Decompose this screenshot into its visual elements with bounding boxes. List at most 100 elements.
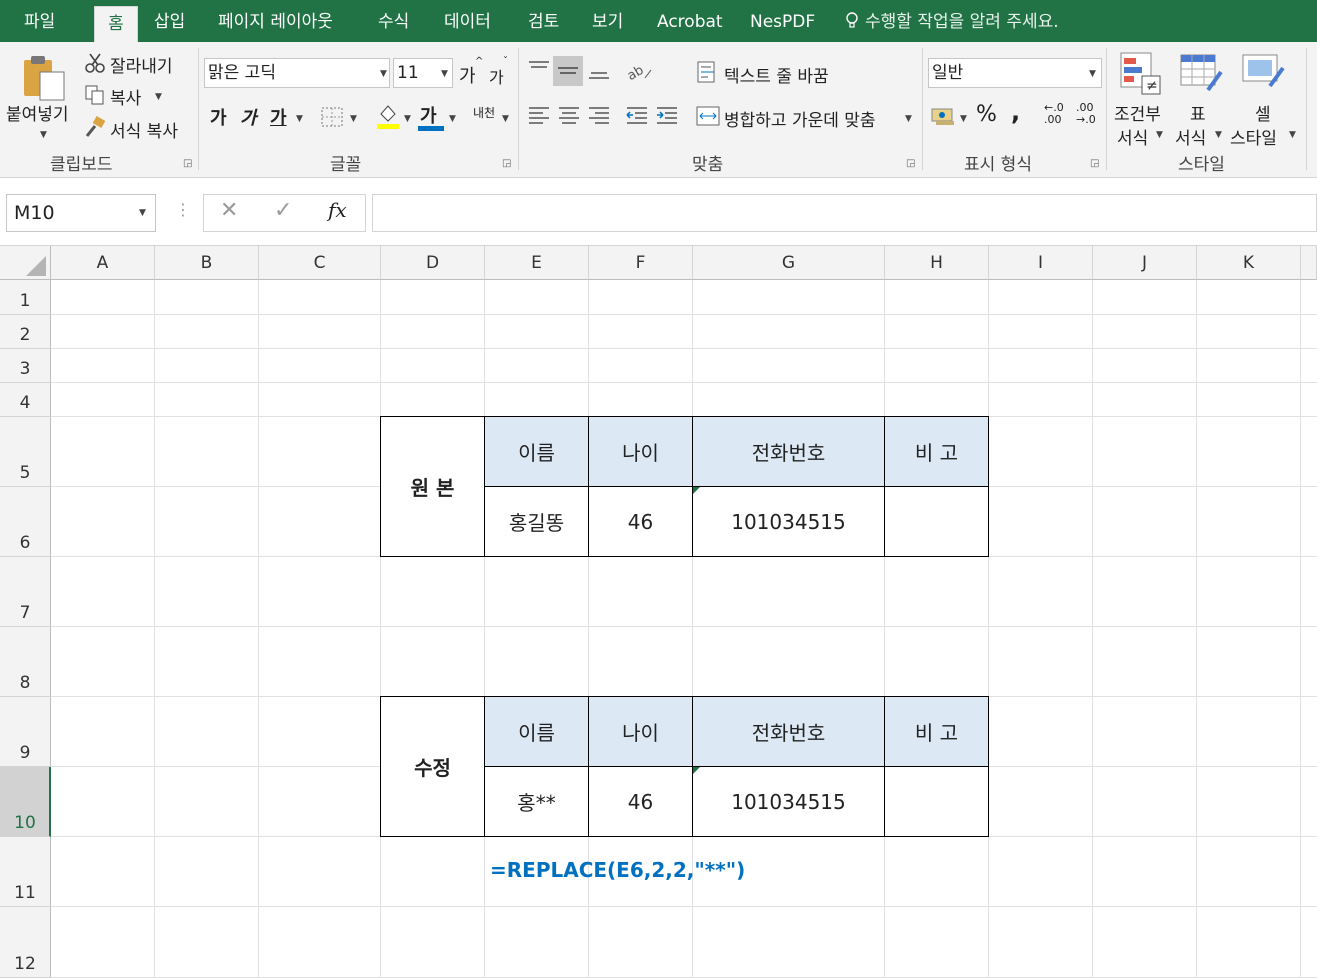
column-header-g[interactable]: G — [693, 246, 885, 280]
fill-color-icon[interactable] — [375, 102, 401, 130]
wrap-text-icon[interactable] — [696, 60, 720, 84]
scissors-icon[interactable] — [84, 52, 106, 74]
original-header-name[interactable]: 이름 — [484, 416, 589, 487]
font-launcher-icon[interactable]: ◲ — [502, 158, 511, 169]
row-header-11[interactable]: 11 — [0, 837, 51, 907]
phonetic-button[interactable]: 내천 — [473, 104, 495, 121]
row-header-2[interactable]: 2 — [0, 315, 51, 349]
original-value-note[interactable] — [884, 486, 989, 557]
row-header-3[interactable]: 3 — [0, 349, 51, 383]
conditional-formatting-label-2[interactable]: 서식 — [1117, 124, 1148, 149]
column-header-f[interactable]: F — [589, 246, 693, 280]
cell-styles-icon[interactable] — [1240, 50, 1286, 96]
italic-button[interactable]: 가 — [240, 104, 257, 130]
align-left-icon[interactable] — [527, 104, 551, 128]
decrease-decimal-button[interactable]: .00 →.0 — [1076, 102, 1104, 126]
paste-icon[interactable] — [20, 52, 68, 102]
font-name-select[interactable]: 맑은 고딕 — [204, 58, 390, 88]
row-header-4[interactable]: 4 — [0, 383, 51, 417]
number-format-select[interactable]: 일반 — [928, 58, 1102, 88]
column-header-d[interactable]: D — [381, 246, 485, 280]
borders-icon[interactable] — [320, 106, 344, 128]
insert-function-icon[interactable]: fx — [328, 198, 347, 222]
column-header-k[interactable]: K — [1197, 246, 1301, 280]
column-header-b[interactable]: B — [155, 246, 259, 280]
original-header-age[interactable]: 나이 — [588, 416, 693, 487]
accounting-format-icon[interactable] — [930, 104, 956, 128]
modified-title-cell[interactable]: 수정 — [380, 696, 485, 837]
copy-dropdown-icon[interactable]: ▼ — [155, 92, 162, 102]
align-middle-icon[interactable] — [553, 56, 583, 86]
conditional-formatting-label-1[interactable]: 조건부 — [1114, 100, 1161, 125]
increase-decimal-button[interactable]: ←.0 .00 — [1044, 102, 1072, 126]
menu-acrobat[interactable]: Acrobat — [657, 0, 723, 42]
cancel-icon[interactable]: ✕ — [220, 198, 238, 223]
merge-center-button[interactable]: 병합하고 가운데 맞춤 — [724, 106, 876, 131]
column-header-e[interactable]: E — [485, 246, 589, 280]
font-color-button[interactable]: 가 — [420, 102, 437, 128]
enter-icon[interactable]: ✓ — [274, 198, 292, 223]
menu-nespdf[interactable]: NesPDF — [750, 0, 815, 42]
grow-font-button[interactable]: 가 — [459, 62, 476, 88]
underline-dropdown-icon[interactable]: ▼ — [296, 114, 303, 124]
number-format-dropdown-icon[interactable]: ▼ — [1089, 69, 1096, 79]
menu-formulas[interactable]: 수식 — [378, 0, 409, 42]
cell-styles-label-1[interactable]: 셀 — [1255, 100, 1271, 125]
column-header-a[interactable]: A — [51, 246, 155, 280]
format-as-table-label-2[interactable]: 서식 — [1175, 124, 1206, 149]
row-header-9[interactable]: 9 — [0, 697, 51, 767]
row-header-12[interactable]: 12 — [0, 907, 51, 978]
name-box[interactable]: M10 — [6, 194, 156, 232]
align-right-icon[interactable] — [587, 104, 611, 128]
align-bottom-icon[interactable] — [587, 58, 611, 82]
paste-button[interactable]: 붙여넣기 — [6, 100, 69, 125]
copy-icon[interactable] — [84, 84, 106, 106]
shrink-font-button[interactable]: 가 — [489, 64, 504, 88]
original-header-phone[interactable]: 전화번호 — [692, 416, 885, 487]
column-header-j[interactable]: J — [1093, 246, 1197, 280]
accounting-dropdown-icon[interactable]: ▼ — [960, 114, 967, 124]
formula-input[interactable] — [372, 194, 1317, 232]
fill-color-dropdown-icon[interactable]: ▼ — [404, 114, 411, 124]
name-box-dropdown-icon[interactable]: ▼ — [139, 208, 146, 218]
clipboard-launcher-icon[interactable]: ◲ — [183, 158, 192, 169]
modified-value-note[interactable] — [884, 766, 989, 837]
modified-header-age[interactable]: 나이 — [588, 696, 693, 767]
menu-file[interactable]: 파일 — [24, 0, 55, 42]
format-painter-icon[interactable] — [84, 116, 106, 138]
percent-button[interactable]: % — [976, 102, 997, 127]
formula-note[interactable]: =REPLACE(E6,2,2,"**") — [490, 858, 745, 882]
comma-button[interactable]: , — [1011, 98, 1020, 126]
merge-center-dropdown-icon[interactable]: ▼ — [905, 114, 912, 124]
column-header-c[interactable]: C — [259, 246, 381, 280]
wrap-text-button[interactable]: 텍스트 줄 바꿈 — [724, 62, 829, 87]
increase-indent-icon[interactable] — [655, 104, 679, 128]
row-header-7[interactable]: 7 — [0, 557, 51, 627]
font-color-dropdown-icon[interactable]: ▼ — [449, 114, 456, 124]
menu-view[interactable]: 보기 — [592, 0, 623, 42]
row-header-6[interactable]: 6 — [0, 487, 51, 557]
phonetic-dropdown-icon[interactable]: ▼ — [502, 114, 509, 124]
original-value-name[interactable]: 홍길똥 — [484, 486, 589, 557]
number-launcher-icon[interactable]: ◲ — [1090, 158, 1099, 169]
original-value-phone[interactable]: 101034515 — [692, 486, 885, 557]
row-header-10[interactable]: 10 — [0, 767, 51, 837]
menu-review[interactable]: 검토 — [528, 0, 559, 42]
row-header-1[interactable]: 1 — [0, 280, 51, 315]
font-name-dropdown-icon[interactable]: ▼ — [380, 69, 387, 79]
format-as-table-dropdown-icon[interactable]: ▼ — [1215, 130, 1222, 140]
menu-page-layout[interactable]: 페이지 레이아웃 — [218, 0, 333, 42]
underline-button[interactable]: 가 — [270, 104, 287, 130]
row-header-5[interactable]: 5 — [0, 417, 51, 487]
menu-data[interactable]: 데이터 — [444, 0, 491, 42]
modified-value-age[interactable]: 46 — [588, 766, 693, 837]
align-top-icon[interactable] — [527, 58, 551, 82]
conditional-formatting-icon[interactable]: ≠ — [1118, 50, 1164, 96]
original-title-cell[interactable]: 원 본 — [380, 416, 485, 557]
column-header-i[interactable]: I — [989, 246, 1093, 280]
menu-insert[interactable]: 삽입 — [154, 0, 185, 42]
decrease-indent-icon[interactable] — [625, 104, 649, 128]
borders-dropdown-icon[interactable]: ▼ — [350, 114, 357, 124]
select-all-button[interactable] — [0, 246, 51, 280]
modified-header-name[interactable]: 이름 — [484, 696, 589, 767]
